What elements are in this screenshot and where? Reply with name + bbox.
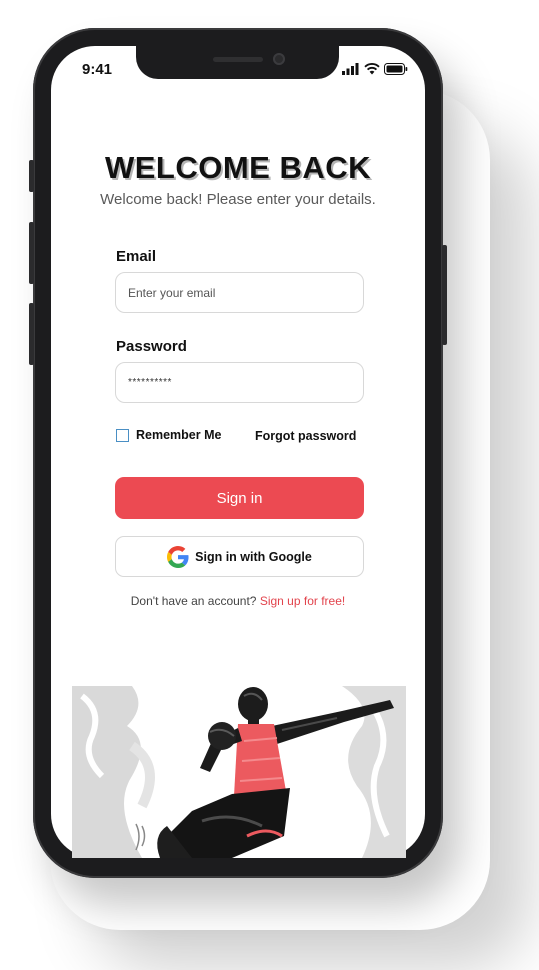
signal-icon bbox=[342, 63, 359, 75]
email-label: Email bbox=[116, 248, 157, 265]
google-icon bbox=[167, 545, 189, 568]
remember-me-label: Remember Me bbox=[136, 428, 222, 442]
password-field[interactable]: ********** bbox=[115, 362, 364, 403]
wifi-icon bbox=[364, 63, 380, 75]
signup-prompt-text: Don't have an account? bbox=[130, 594, 257, 608]
front-camera bbox=[273, 53, 285, 65]
volume-down-button bbox=[29, 303, 34, 365]
forgot-password-link[interactable]: Forgot password bbox=[255, 429, 356, 443]
volume-up-button bbox=[29, 222, 34, 284]
status-time: 9:41 bbox=[82, 61, 113, 78]
notch bbox=[136, 46, 339, 79]
email-field[interactable] bbox=[115, 272, 364, 313]
page-subtitle: Welcome back! Please enter your details. bbox=[100, 191, 376, 208]
athlete-illustration bbox=[72, 686, 406, 858]
checkbox-icon[interactable] bbox=[116, 428, 129, 442]
mute-switch bbox=[29, 160, 34, 192]
battery-icon bbox=[384, 63, 408, 75]
google-sign-in-label: Sign in with Google bbox=[195, 549, 312, 564]
speaker-grille bbox=[213, 57, 263, 62]
google-sign-in-button[interactable]: Sign in with Google bbox=[115, 536, 364, 577]
page-title: WELCOME BACK bbox=[104, 150, 372, 185]
sign-in-button[interactable]: Sign in bbox=[115, 477, 364, 519]
signup-prompt: Don't have an account? Sign up for free! bbox=[51, 594, 425, 608]
power-button bbox=[442, 245, 447, 345]
remember-me[interactable]: Remember Me bbox=[116, 428, 221, 442]
status-icons bbox=[342, 63, 408, 75]
sign-up-link[interactable]: Sign up for free! bbox=[260, 594, 345, 608]
password-label: Password bbox=[116, 338, 187, 355]
